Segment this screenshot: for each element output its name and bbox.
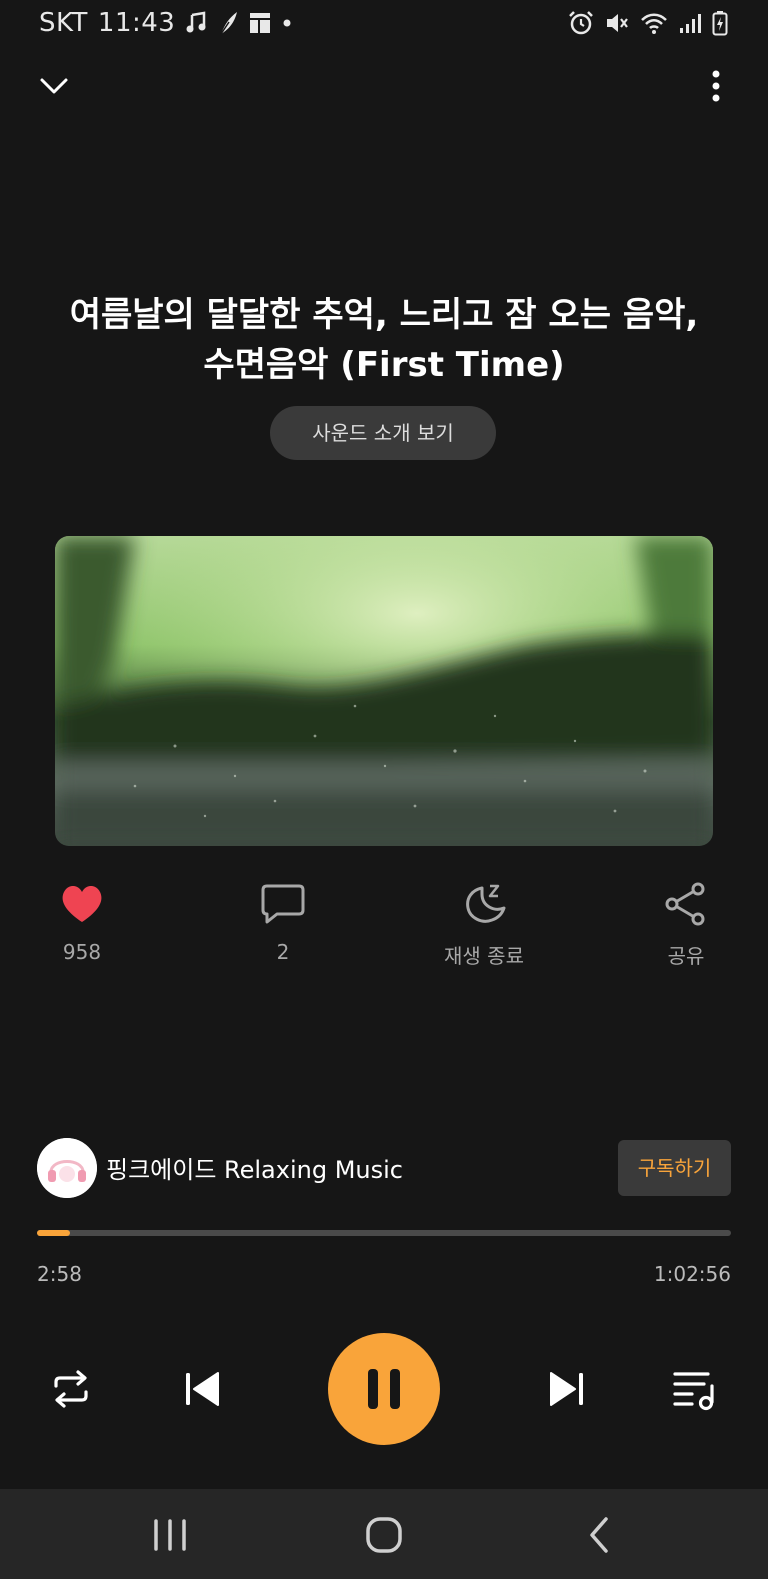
like-button[interactable]: 958 xyxy=(22,880,142,964)
skip-next-icon xyxy=(550,1372,583,1406)
channel-avatar[interactable] xyxy=(37,1138,97,1198)
subscribe-button[interactable]: 구독하기 xyxy=(618,1140,731,1196)
music-player-screen: SKT 11:43 여름날의 달달한 추억, 느리고 잠 오는 음악, 수면음악… xyxy=(0,0,768,1579)
grid-icon xyxy=(249,12,271,34)
share-label: 공유 xyxy=(667,944,705,968)
seek-bar-progress xyxy=(37,1230,70,1236)
pause-button[interactable] xyxy=(328,1333,440,1445)
status-right xyxy=(568,10,728,36)
elapsed-time: 2:58 xyxy=(37,1262,82,1286)
back-icon xyxy=(590,1517,608,1553)
battery-charging-icon xyxy=(712,10,728,36)
playlist-button[interactable] xyxy=(672,1366,718,1412)
sleep-timer-button[interactable]: 재생 종료 xyxy=(424,880,544,969)
collapse-button[interactable] xyxy=(34,66,74,106)
more-options-button[interactable] xyxy=(696,66,736,106)
repeat-icon xyxy=(54,1370,88,1408)
share-button[interactable]: 공유 xyxy=(626,880,746,969)
total-time: 1:02:56 xyxy=(653,1262,731,1286)
status-left: SKT 11:43 xyxy=(39,8,293,38)
channel-name[interactable]: 핑크에이드 Relaxing Music xyxy=(106,1150,403,1185)
chevron-down-icon xyxy=(40,78,68,94)
sound-intro-button[interactable]: 사운드 소개 보기 xyxy=(270,406,496,460)
wifi-icon xyxy=(640,11,668,35)
more-vertical-icon xyxy=(712,70,720,102)
home-button[interactable] xyxy=(360,1511,408,1559)
track-title: 여름날의 달달한 추억, 느리고 잠 오는 음악, 수면음악 (First Ti… xyxy=(69,295,699,385)
status-time: 11:43 xyxy=(97,8,176,38)
heart-icon xyxy=(62,886,102,922)
alarm-icon xyxy=(568,10,594,36)
moon-sleep-icon xyxy=(466,884,506,923)
back-button[interactable] xyxy=(576,1511,624,1559)
next-button[interactable] xyxy=(545,1368,587,1410)
comment-icon xyxy=(261,884,305,924)
like-count: 958 xyxy=(62,940,102,964)
share-icon xyxy=(665,882,705,926)
album-artwork xyxy=(55,536,713,846)
dot-icon xyxy=(281,17,293,29)
music-note-icon xyxy=(185,11,207,35)
pause-icon xyxy=(368,1369,400,1409)
playlist-icon xyxy=(673,1372,714,1411)
seek-bar[interactable] xyxy=(37,1230,731,1236)
comment-count: 2 xyxy=(276,940,290,964)
repeat-button[interactable] xyxy=(48,1366,94,1412)
sleep-timer-label: 재생 종료 xyxy=(444,944,524,968)
navigation-bar xyxy=(0,1489,768,1579)
skip-previous-icon xyxy=(186,1372,219,1406)
recent-apps-icon xyxy=(154,1519,186,1551)
status-bar: SKT 11:43 xyxy=(0,0,768,50)
home-icon xyxy=(366,1517,402,1553)
recent-apps-button[interactable] xyxy=(146,1511,194,1559)
status-carrier: SKT xyxy=(39,8,88,38)
signal-icon xyxy=(678,11,702,35)
feather-icon xyxy=(217,10,239,36)
previous-button[interactable] xyxy=(182,1368,224,1410)
comment-button[interactable]: 2 xyxy=(223,880,343,964)
mute-icon xyxy=(604,10,630,36)
